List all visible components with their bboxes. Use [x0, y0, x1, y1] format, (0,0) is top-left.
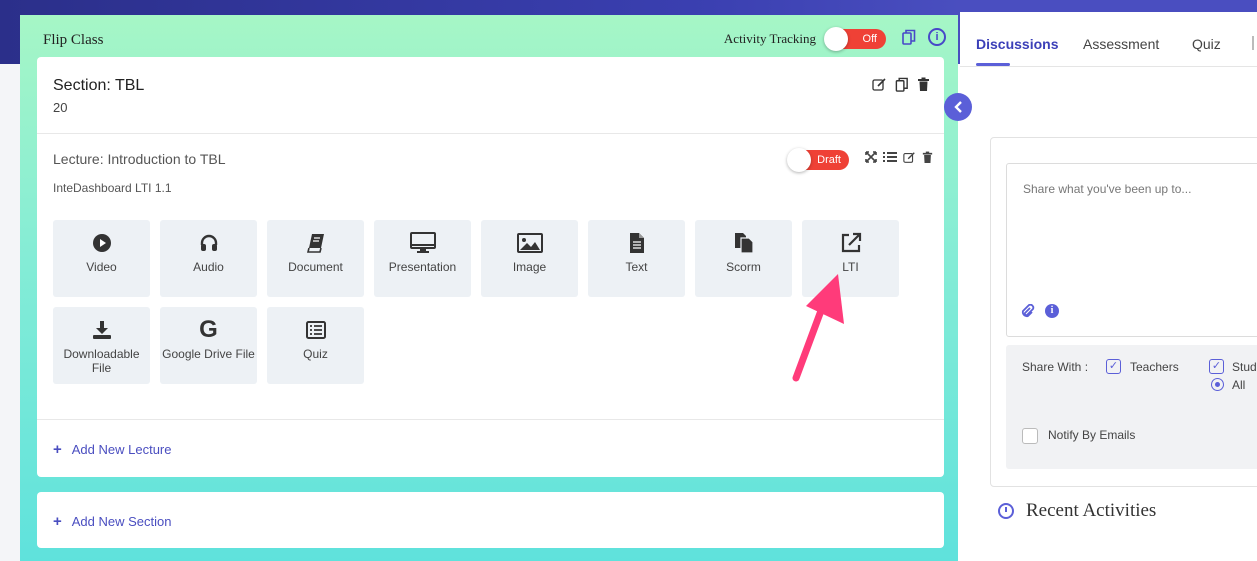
share-with-label: Share With : — [1022, 360, 1089, 374]
share-post-box: Share what you've been up to... i Share … — [990, 137, 1257, 487]
file-text-icon — [588, 231, 685, 255]
activity-tracking: Activity Tracking Off — [723, 27, 886, 51]
lecture-title: Lecture: Introduction to TBL — [53, 151, 226, 167]
post-placeholder: Share what you've been up to... — [1023, 182, 1192, 196]
section-title: Section: TBL — [53, 77, 145, 94]
tile-image[interactable]: Image — [481, 220, 578, 297]
section-card: Section: TBL 20 Lecture: Introduction to… — [37, 57, 944, 477]
tile-label: Audio — [193, 260, 224, 274]
all-students-radio[interactable] — [1211, 378, 1224, 391]
trash-icon[interactable] — [917, 77, 930, 95]
tile-label: Scorm — [726, 260, 761, 274]
module-title: Flip Class — [43, 32, 104, 48]
tab-overflow-edge — [1252, 36, 1254, 50]
all-students-label: All — [1232, 378, 1246, 392]
section-actions — [872, 77, 930, 95]
collapse-panel-button[interactable] — [944, 93, 972, 121]
tile-label: Document — [288, 260, 343, 274]
external-link-icon — [802, 231, 899, 255]
files-icon — [695, 231, 792, 255]
headphones-icon — [160, 231, 257, 255]
plus-icon: + — [53, 513, 62, 530]
tile-label: Image — [512, 260, 547, 274]
section-divider — [37, 133, 944, 134]
info-icon[interactable]: i — [1045, 304, 1059, 318]
right-panel: Discussions Assessment Quiz Share what y… — [960, 12, 1257, 561]
post-attachment-icons: i — [1021, 303, 1059, 321]
tile-label: Text — [625, 260, 648, 274]
tile-label: Quiz — [303, 347, 328, 361]
plus-icon: + — [53, 441, 62, 458]
add-new-lecture-label: Add New Lecture — [71, 442, 172, 457]
tab-assessment[interactable]: Assessment — [1083, 36, 1159, 52]
add-new-lecture-button[interactable]: + Add New Lecture — [53, 441, 172, 458]
paperclip-icon[interactable] — [1021, 303, 1035, 321]
tab-quiz[interactable]: Quiz — [1192, 36, 1221, 52]
tile-google-drive-file[interactable]: G Google Drive File — [160, 307, 257, 384]
duplicate-icon[interactable] — [895, 77, 909, 95]
download-icon — [53, 318, 150, 342]
active-tab-indicator — [976, 63, 1010, 66]
pointer-arrow-annotation — [792, 274, 844, 382]
section-count: 20 — [53, 100, 68, 115]
tile-label: Presentation — [388, 260, 457, 274]
edit-icon[interactable] — [872, 77, 887, 95]
tile-quiz[interactable]: Quiz — [267, 307, 364, 384]
recent-activities-title: Recent Activities — [1026, 500, 1157, 521]
post-textarea[interactable]: Share what you've been up to... i — [1006, 163, 1257, 337]
image-icon — [481, 231, 578, 255]
draft-toggle[interactable]: Draft — [787, 148, 849, 172]
lecture-actions — [865, 151, 933, 167]
tile-audio[interactable]: Audio — [160, 220, 257, 297]
tab-discussions[interactable]: Discussions — [976, 36, 1058, 52]
tile-label: Downloadable File — [63, 347, 140, 375]
activity-tracking-label: Activity Tracking — [723, 31, 816, 46]
left-gutter — [0, 64, 20, 561]
notify-emails-checkbox[interactable] — [1022, 428, 1038, 444]
copy-icon[interactable] — [902, 29, 916, 49]
recent-activities-header: Recent Activities — [998, 500, 1156, 522]
tile-scorm[interactable]: Scorm — [695, 220, 792, 297]
notify-emails-label: Notify By Emails — [1048, 428, 1136, 442]
top-bar-strip — [960, 0, 1257, 12]
list-icon — [267, 318, 364, 342]
tile-video[interactable]: Video — [53, 220, 150, 297]
tile-document[interactable]: Document — [267, 220, 364, 297]
edit-icon[interactable] — [903, 151, 916, 167]
activity-tracking-toggle[interactable]: Off — [824, 27, 886, 51]
toggle-knob — [787, 148, 811, 172]
students-label: Stud — [1232, 360, 1257, 374]
book-icon — [267, 231, 364, 255]
lecture-subtitle: InteDashboard LTI 1.1 — [53, 181, 172, 195]
tile-downloadable-file[interactable]: Downloadable File — [53, 307, 150, 384]
info-icon[interactable]: i — [928, 28, 946, 46]
teachers-checkbox[interactable]: ✓ — [1106, 359, 1121, 374]
tab-bar: Discussions Assessment Quiz — [960, 12, 1257, 67]
expand-icon[interactable] — [865, 151, 877, 167]
add-new-section-label: Add New Section — [71, 514, 172, 529]
add-section-card: + Add New Section — [37, 492, 944, 548]
clock-icon — [998, 503, 1014, 519]
share-options: Share With : ✓ Teachers ✓ Stud All Notif… — [1006, 345, 1257, 469]
add-new-section-button[interactable]: + Add New Section — [53, 513, 172, 530]
students-checkbox[interactable]: ✓ — [1209, 359, 1224, 374]
teachers-label: Teachers — [1130, 360, 1179, 374]
tile-label: Video — [86, 260, 117, 274]
tile-presentation[interactable]: Presentation — [374, 220, 471, 297]
google-icon: G — [199, 316, 218, 343]
trash-icon[interactable] — [922, 151, 933, 167]
list-icon[interactable] — [883, 151, 897, 167]
tile-text[interactable]: Text — [588, 220, 685, 297]
tile-label: Google Drive File — [162, 347, 255, 361]
play-circle-icon — [53, 231, 150, 255]
toggle-knob — [824, 27, 848, 51]
monitor-icon — [374, 231, 471, 255]
lecture-divider — [37, 419, 944, 420]
